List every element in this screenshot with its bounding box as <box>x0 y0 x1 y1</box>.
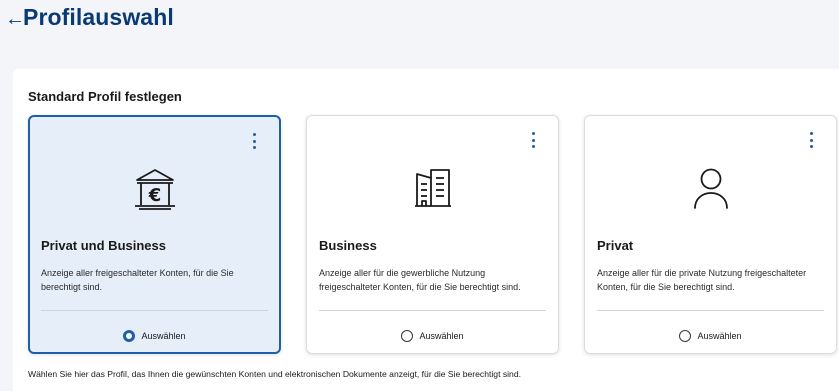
more-vertical-icon[interactable] <box>530 132 536 148</box>
profile-panel: Standard Profil festlegen € Privat und B… <box>13 69 839 391</box>
bank-euro-icon: € <box>134 169 175 210</box>
select-radio-business[interactable]: Auswählen <box>307 330 558 342</box>
section-title: Standard Profil festlegen <box>28 89 182 104</box>
back-arrow-icon[interactable]: ← <box>5 9 25 29</box>
profile-card-business[interactable]: Business Anzeige aller für die gewerblic… <box>306 115 559 354</box>
footer-hint: Wählen Sie hier das Profil, das Ihnen di… <box>28 369 522 379</box>
select-label: Auswählen <box>697 331 742 341</box>
card-title: Privat und Business <box>41 238 166 253</box>
more-vertical-icon[interactable] <box>808 132 814 148</box>
card-title: Business <box>319 238 377 253</box>
radio-unchecked-icon[interactable] <box>679 330 692 342</box>
radio-checked-icon[interactable] <box>123 330 136 342</box>
profile-card-privat-und-business[interactable]: € Privat und Business Anzeige aller frei… <box>28 115 281 354</box>
card-description: Anzeige aller für die private Nutzung fr… <box>597 268 807 292</box>
page-title: Profilauswahl <box>23 4 174 30</box>
select-label: Auswählen <box>141 331 186 341</box>
select-radio-privat-und-business[interactable]: Auswählen <box>30 330 279 342</box>
card-divider <box>41 310 268 311</box>
card-divider <box>319 310 546 311</box>
select-radio-privat[interactable]: Auswählen <box>585 330 836 342</box>
radio-unchecked-icon[interactable] <box>401 330 414 342</box>
office-building-icon <box>414 169 451 207</box>
person-icon <box>693 168 728 209</box>
page-header: ← Profilauswahl <box>0 0 839 58</box>
svg-text:€: € <box>147 185 161 206</box>
select-label: Auswählen <box>419 331 464 341</box>
card-description: Anzeige aller für die gewerbliche Nutzun… <box>319 268 521 292</box>
card-description: Anzeige aller freigeschalteter Konten, f… <box>41 268 234 292</box>
card-title: Privat <box>597 238 634 253</box>
more-vertical-icon[interactable] <box>251 133 257 149</box>
card-divider <box>597 310 824 311</box>
profile-card-privat[interactable]: Privat Anzeige aller für die private Nut… <box>584 115 837 354</box>
